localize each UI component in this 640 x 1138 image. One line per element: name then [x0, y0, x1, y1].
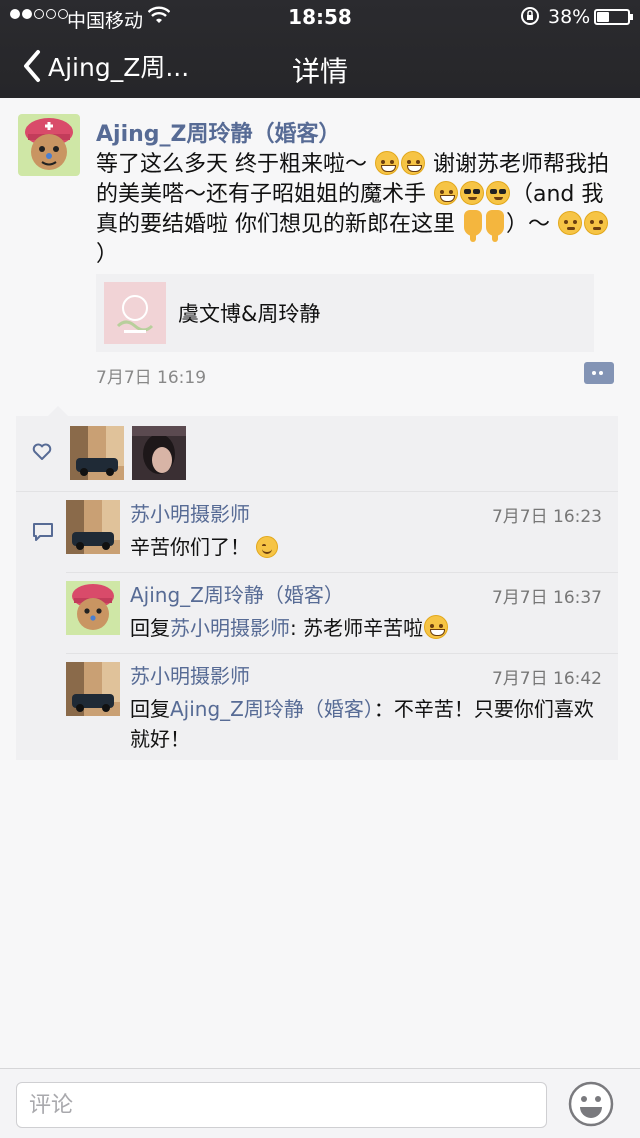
comment-text: 回复Ajing_Z周玲静（婚客）：不辛苦！只要你们喜欢就好！ — [130, 694, 612, 754]
status-bar: 中国移动 18:58 38% — [0, 0, 640, 34]
post-timestamp: 7月7日 16:19 — [96, 368, 207, 388]
comment-item[interactable]: 苏小明摄影师 7月7日 16:42 回复Ajing_Z周玲静（婚客）：不辛苦！只… — [66, 654, 618, 758]
comment-input[interactable] — [16, 1082, 547, 1128]
post-author-avatar[interactable] — [18, 114, 80, 176]
pointing-down-icon — [486, 210, 504, 242]
emoji-button[interactable] — [567, 1080, 615, 1128]
comment-icon — [33, 523, 53, 541]
status-time: 18:58 — [288, 5, 352, 29]
reply-prefix: 回复 — [130, 697, 170, 721]
post-text-part: ）～ — [506, 212, 557, 237]
heart-icon — [32, 443, 52, 460]
post-text-part: ） — [96, 242, 119, 267]
comment-timestamp: 7月7日 16:37 — [491, 588, 602, 608]
grinning-emoji-icon — [434, 181, 458, 205]
grinning-emoji-icon — [401, 151, 425, 175]
commenter-avatar[interactable] — [66, 500, 120, 554]
moment-detail: Ajing_Z周玲静（婚客） 等了这么多天 终于粗来啦～ 谢谢苏老师帮我拍的美美… — [0, 98, 640, 1068]
comment-body: 辛苦你们了！ — [130, 535, 250, 559]
reply-prefix: 回复 — [130, 616, 170, 640]
panel-pointer — [48, 406, 68, 416]
comment-timestamp: 7月7日 16:23 — [491, 507, 602, 527]
post-text-part: 等了这么多天 终于粗来啦～ — [96, 152, 374, 177]
sunglasses-emoji-icon — [460, 181, 484, 205]
commenter-name[interactable]: Ajing_Z周玲静（婚客） — [130, 579, 344, 608]
thinking-emoji-icon — [584, 211, 608, 235]
comment-timestamp: 7月7日 16:42 — [491, 669, 602, 689]
thinking-emoji-icon — [558, 211, 582, 235]
smile-emoji-icon — [256, 536, 279, 558]
reply-to-name[interactable]: 苏小明摄影师 — [170, 616, 290, 640]
liker-avatar[interactable] — [70, 426, 124, 480]
commenter-name[interactable]: 苏小明摄影师 — [130, 660, 250, 689]
grinning-emoji-icon — [424, 615, 449, 639]
top-bar: 中国移动 18:58 38% Ajing_Z周... 详情 — [0, 0, 640, 98]
rotation-lock-icon — [520, 6, 540, 31]
more-actions-button[interactable] — [584, 362, 614, 384]
reply-to-name[interactable]: Ajing_Z周玲静（婚客） — [170, 697, 374, 721]
link-title: 虞文博&周玲静 — [178, 302, 321, 326]
sunglasses-emoji-icon — [486, 181, 510, 205]
comment-body: : 苏老师辛苦啦 — [290, 616, 424, 640]
emoji-face-icon — [568, 1081, 614, 1127]
commenter-avatar[interactable] — [66, 662, 120, 716]
post-text: 等了这么多天 终于粗来啦～ 谢谢苏老师帮我拍的美美嗒～还有子昭姐姐的魔术手 （a… — [96, 150, 621, 270]
commenter-avatar[interactable] — [66, 581, 120, 635]
navigation-bar: Ajing_Z周... 详情 — [0, 34, 640, 98]
comment-input-bar — [0, 1068, 640, 1138]
link-thumbnail — [104, 282, 166, 344]
commenter-name[interactable]: 苏小明摄影师 — [130, 498, 250, 527]
comment-text: 回复苏小明摄影师: 苏老师辛苦啦 — [130, 613, 612, 643]
comment-item[interactable]: 苏小明摄影师 7月7日 16:23 辛苦你们了！ — [66, 492, 618, 572]
grinning-emoji-icon — [375, 151, 399, 175]
pointing-down-icon — [464, 210, 482, 242]
shared-link-card[interactable]: 虞文博&周玲静 — [96, 274, 594, 352]
comment-item[interactable]: Ajing_Z周玲静（婚客） 7月7日 16:37 回复苏小明摄影师: 苏老师辛… — [66, 573, 618, 653]
battery-percent: 38% — [548, 6, 591, 28]
liker-avatar[interactable] — [132, 426, 186, 480]
battery-icon — [594, 9, 633, 25]
page-title: 详情 — [291, 55, 348, 88]
comment-text: 辛苦你们了！ — [130, 532, 612, 562]
likes-row — [16, 416, 618, 492]
post-author-name[interactable]: Ajing_Z周玲静（婚客） — [96, 116, 340, 148]
interactions-panel: 苏小明摄影师 7月7日 16:23 辛苦你们了！ Ajing_Z周玲静（婚客） … — [16, 406, 618, 760]
